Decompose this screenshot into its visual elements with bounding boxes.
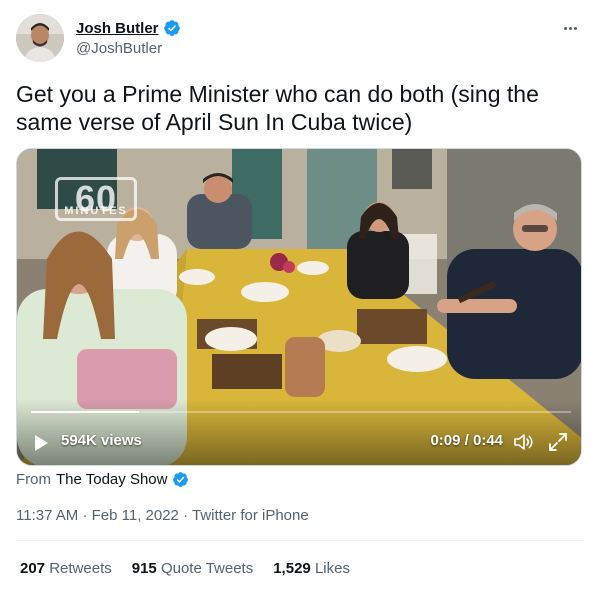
engagement-stats: 207 Retweets 915 Quote Tweets 1,529 Like… xyxy=(20,560,350,577)
video-player[interactable]: 60 MINUTES 594K views 0:09 / 0:44 xyxy=(16,148,582,466)
likes-label: Likes xyxy=(314,560,350,577)
tweet-date[interactable]: Feb 11, 2022 xyxy=(92,507,179,524)
video-progress-fill xyxy=(31,411,139,413)
dot xyxy=(573,26,577,30)
divider xyxy=(16,540,584,541)
play-icon[interactable] xyxy=(33,434,49,452)
retweets-stat[interactable]: 207 Retweets xyxy=(20,560,112,577)
author-name-row: Josh Butler xyxy=(76,18,181,38)
tweet-client[interactable]: Twitter for iPhone xyxy=(192,507,309,524)
quote-tweets-count: 915 xyxy=(131,560,157,577)
volume-icon[interactable] xyxy=(513,432,535,452)
likes-count: 1,529 xyxy=(273,560,311,577)
tweet-meta: 11:37 AM · Feb 11, 2022 · Twitter for iP… xyxy=(16,507,309,524)
dot xyxy=(568,26,572,30)
more-options-icon[interactable] xyxy=(560,18,580,38)
author-name[interactable]: Josh Butler xyxy=(76,20,159,37)
video-time: 0:09 / 0:44 xyxy=(430,432,503,449)
media-source: From The Today Show xyxy=(16,471,189,488)
tweet: Josh Butler @JoshButler Get you a Prime … xyxy=(0,0,600,595)
source-prefix: From xyxy=(16,471,51,488)
author-handle[interactable]: @JoshButler xyxy=(76,40,181,57)
separator: · xyxy=(82,507,88,524)
fullscreen-icon[interactable] xyxy=(547,431,569,453)
video-progress-bar[interactable] xyxy=(31,411,571,413)
tweet-text: Get you a Prime Minister who can do both… xyxy=(16,81,539,135)
dot xyxy=(563,26,567,30)
verified-badge-icon xyxy=(173,472,189,487)
channel-watermark-subtitle: MINUTES xyxy=(64,205,128,217)
tweet-time[interactable]: 11:37 AM xyxy=(16,507,78,524)
quote-tweets-label: Quote Tweets xyxy=(160,560,254,577)
view-count: 594K views xyxy=(61,432,142,449)
author-block: Josh Butler @JoshButler xyxy=(76,18,181,57)
avatar-image xyxy=(16,14,64,62)
retweets-count: 207 xyxy=(20,560,46,577)
retweets-label: Retweets xyxy=(49,560,112,577)
separator: · xyxy=(183,507,189,524)
likes-stat[interactable]: 1,529 Likes xyxy=(273,560,350,577)
avatar[interactable] xyxy=(16,14,64,62)
verified-badge-icon xyxy=(163,20,180,36)
quote-tweets-stat[interactable]: 915 Quote Tweets xyxy=(132,560,253,577)
source-name[interactable]: The Today Show xyxy=(56,471,167,488)
